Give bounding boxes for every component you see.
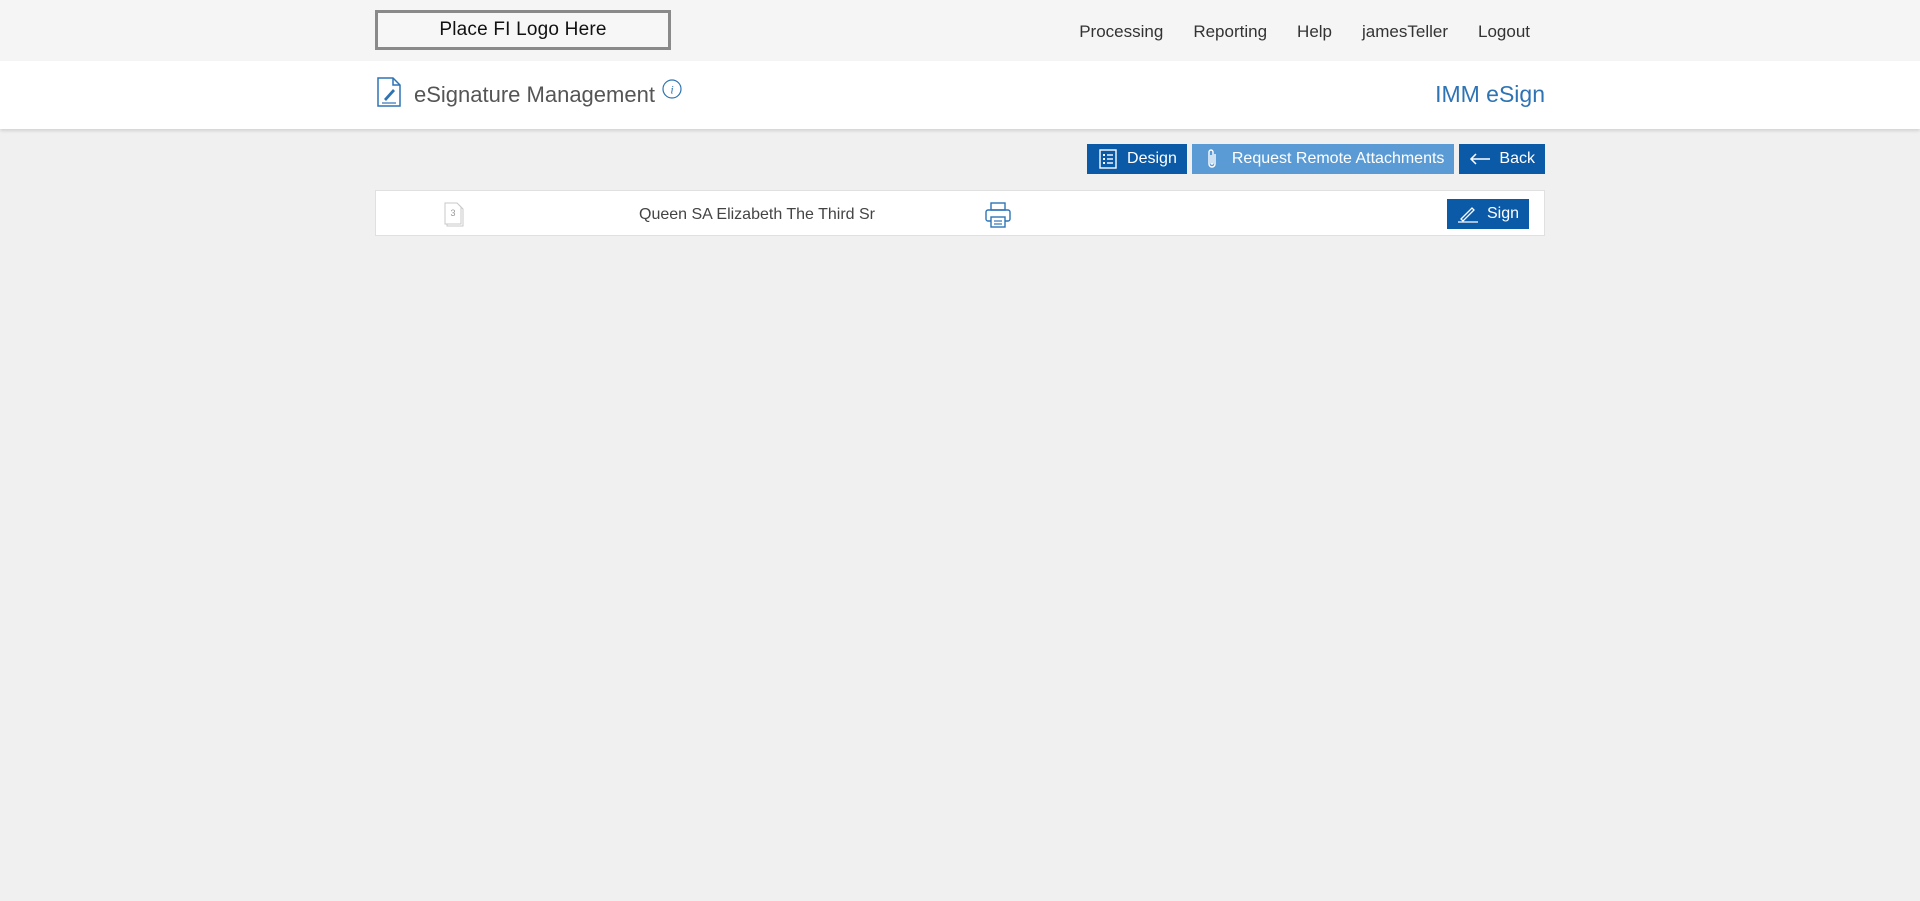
back-label: Back <box>1499 150 1535 167</box>
back-button[interactable]: Back <box>1459 144 1545 174</box>
page-count: 3 <box>450 208 455 218</box>
printer-icon[interactable] <box>984 201 1012 229</box>
page-header: eSignature Management i IMM eSign <box>0 61 1920 129</box>
pen-icon <box>1457 203 1479 225</box>
page-title: eSignature Management <box>414 82 655 107</box>
page-count-icon: 3 <box>442 201 466 227</box>
document-row: 3 Queen SA Elizabeth The Third Sr Sign <box>375 190 1545 236</box>
nav-help[interactable]: Help <box>1297 22 1332 42</box>
request-remote-attachments-button[interactable]: Request Remote Attachments <box>1191 144 1455 174</box>
logo-placeholder: Place FI Logo Here <box>375 10 671 50</box>
app-name: IMM eSign <box>1435 81 1545 107</box>
design-label: Design <box>1127 150 1177 167</box>
sign-label: Sign <box>1486 205 1519 222</box>
checklist-icon <box>1097 148 1119 170</box>
nav-logout[interactable]: Logout <box>1478 22 1530 42</box>
nav-reporting[interactable]: Reporting <box>1193 22 1267 42</box>
document-sign-icon <box>376 77 402 107</box>
document-name: Queen SA Elizabeth The Third Sr <box>639 206 875 223</box>
top-bar: Place FI Logo Here Processing Reporting … <box>0 0 1920 61</box>
sign-button[interactable]: Sign <box>1446 199 1529 229</box>
nav-user[interactable]: jamesTeller <box>1362 22 1448 42</box>
design-button[interactable]: Design <box>1087 144 1187 174</box>
action-toolbar: Design Request Remote Attachments Back <box>1087 144 1545 174</box>
main-nav: Processing Reporting Help jamesTeller Lo… <box>1049 22 1530 42</box>
arrow-left-icon <box>1469 148 1491 170</box>
nav-processing[interactable]: Processing <box>1079 22 1163 42</box>
info-icon[interactable]: i <box>662 79 682 99</box>
paperclip-icon <box>1202 148 1224 170</box>
svg-text:i: i <box>670 83 673 97</box>
attachments-label: Request Remote Attachments <box>1231 150 1445 167</box>
